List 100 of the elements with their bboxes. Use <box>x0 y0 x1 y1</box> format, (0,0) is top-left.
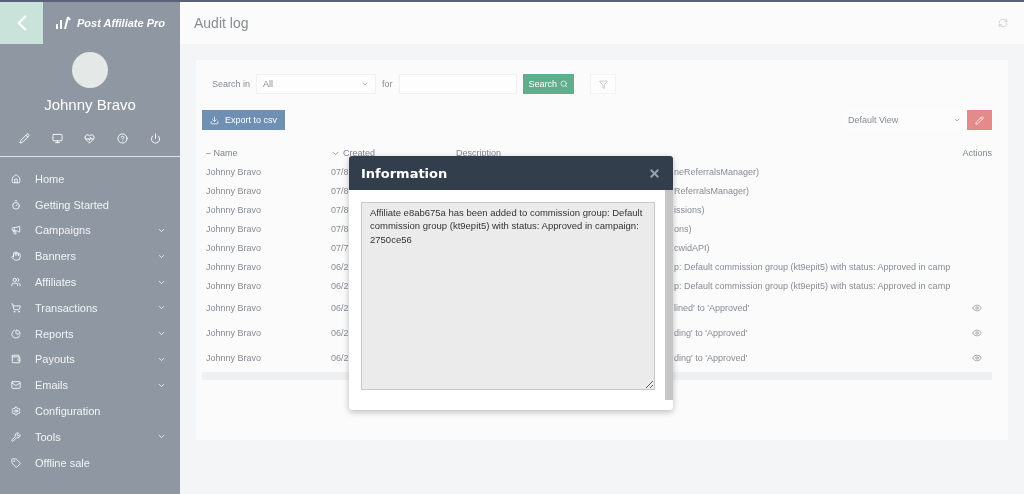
vertical-scrollbar[interactable] <box>665 190 673 400</box>
tag-icon <box>11 457 21 468</box>
table-cell: Johnny Bravo <box>206 242 262 253</box>
table-cell: Johnny Bravo <box>206 352 262 363</box>
refresh-icon[interactable] <box>998 18 1008 28</box>
view-button[interactable] <box>972 352 982 363</box>
eye-icon <box>972 352 982 363</box>
menu-label: Emails <box>35 379 69 392</box>
table-cell: cwidAPI) <box>674 242 710 253</box>
table-cell: Johnny Bravo <box>206 204 262 215</box>
column-header[interactable]: Created <box>331 148 376 158</box>
monitor-icon[interactable] <box>51 133 63 144</box>
table-cell: ReferralsManager) <box>674 185 750 196</box>
menu-label: Tools <box>35 430 62 443</box>
table-cell: 07/8 <box>331 204 349 215</box>
menu-item[interactable]: Transactions <box>0 295 180 321</box>
view-button[interactable] <box>972 327 982 338</box>
close-icon <box>648 166 661 180</box>
table-cell: 07/8 <box>331 185 349 196</box>
table-cell: Johnny Bravo <box>206 302 262 313</box>
search-icon <box>560 80 569 88</box>
edit-button[interactable] <box>967 110 992 130</box>
menu-item[interactable]: Getting Started <box>0 191 180 218</box>
eye-icon <box>972 302 982 313</box>
table-cell: lined' to 'Approved' <box>674 302 750 313</box>
menu-item[interactable]: Campaigns <box>0 217 180 244</box>
menu-label: Banners <box>35 250 77 263</box>
page-title: Audit log <box>194 15 249 31</box>
settings-icon <box>11 406 21 417</box>
menu-item[interactable]: Tools <box>0 423 180 450</box>
table-cell: ding' to 'Approved' <box>674 327 748 338</box>
menu-label: Reports <box>35 327 75 340</box>
table-cell: 06/2 <box>331 302 349 313</box>
wallet-icon <box>11 354 21 365</box>
menu-item[interactable]: Home <box>0 166 180 192</box>
wrench-icon <box>11 431 21 442</box>
logo-icon <box>55 16 71 30</box>
view-button[interactable] <box>972 302 982 313</box>
eye-icon <box>972 327 982 338</box>
menu-item[interactable]: Configuration <box>0 398 180 424</box>
caret-icon <box>361 80 370 88</box>
column-header: Actions <box>962 148 992 158</box>
table-cell: 07/7 <box>331 242 349 253</box>
table-cell: neReferralsManager) <box>674 166 760 177</box>
menu-item[interactable]: Reports <box>0 320 180 347</box>
search-button[interactable]: Search <box>522 74 575 94</box>
help-icon[interactable] <box>117 133 129 144</box>
avatar <box>72 52 108 88</box>
menu-item[interactable]: Affiliates <box>0 269 180 295</box>
download-icon <box>210 115 219 125</box>
menu-item[interactable]: Payouts <box>0 346 180 373</box>
table-cell: 07/8 <box>331 166 349 177</box>
table-cell: ons) <box>674 223 692 234</box>
table-cell: 07/8 <box>331 223 349 234</box>
menu-item[interactable]: Emails <box>0 372 180 399</box>
export-button[interactable]: Export to csv <box>202 110 286 130</box>
filter-icon <box>598 79 608 89</box>
table-cell: Johnny Bravo <box>206 280 262 291</box>
table-cell: 06/2 <box>331 352 349 363</box>
stopwatch-icon <box>11 199 21 210</box>
column-header[interactable]: – Name <box>206 148 238 158</box>
user-name: Johnny Bravo <box>43 96 137 113</box>
table-cell: Johnny Bravo <box>206 166 262 177</box>
table-cell: ding' to 'Approved' <box>674 352 748 363</box>
menu-label: Payouts <box>35 353 76 366</box>
table-cell: Johnny Bravo <box>206 261 262 272</box>
back-button[interactable] <box>0 2 43 44</box>
users-icon <box>11 277 21 288</box>
hand-icon <box>11 251 21 262</box>
search-in-label: Search in <box>212 79 251 89</box>
caret-icon <box>953 116 961 124</box>
logo-text: Post Affiliate Pro <box>77 17 166 29</box>
menu-label: Affiliates <box>35 276 78 289</box>
table-cell: 06/2 <box>331 280 349 291</box>
table-cell: Johnny Bravo <box>206 185 262 196</box>
menu-label: Configuration <box>35 405 102 418</box>
dialog-title: Information <box>361 165 448 181</box>
table-cell: 06/2 <box>331 327 349 338</box>
column-header[interactable]: Description <box>456 148 502 158</box>
table-cell: p: Default commission group (kt9epit5) with status: Approved in camp <box>674 261 951 272</box>
table-cell: issions) <box>674 204 705 215</box>
close-button[interactable] <box>648 166 661 180</box>
table-cell: Johnny Bravo <box>206 223 262 234</box>
menu-label: Campaigns <box>35 224 92 237</box>
table-cell: 06/2 <box>331 261 349 272</box>
cart-icon <box>11 302 21 313</box>
menu-item[interactable]: Offline sale <box>0 449 180 476</box>
menu-label: Getting Started <box>35 198 110 211</box>
power-icon[interactable] <box>150 133 162 144</box>
mail-icon <box>11 380 21 391</box>
pie-chart-icon <box>11 328 21 339</box>
menu-item[interactable]: Banners <box>0 243 180 270</box>
message-field[interactable]: Affiliate e8ab675a has been added to commission group: Default commission group (kt9epit5) with status: Approved in campaign: 2750ce56 <box>361 202 655 390</box>
filter-button[interactable] <box>590 74 617 94</box>
megaphone-icon <box>11 225 21 236</box>
pencil-icon[interactable] <box>18 133 30 144</box>
for-label: for <box>382 79 393 89</box>
search-in-select[interactable]: All <box>256 74 377 94</box>
pencil-icon <box>975 115 984 125</box>
heart-pulse-icon[interactable] <box>84 133 96 144</box>
